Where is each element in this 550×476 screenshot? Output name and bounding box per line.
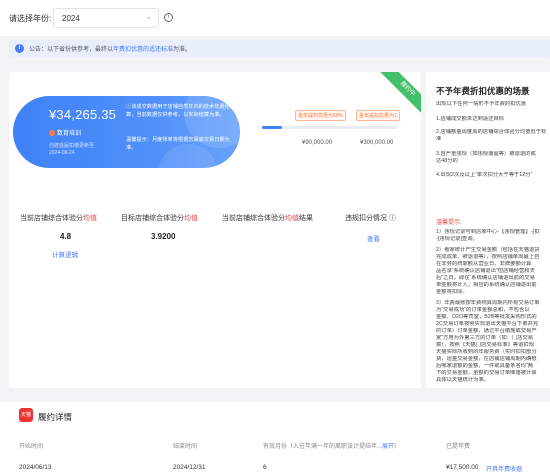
info-circle-icon[interactable]: i: [164, 13, 173, 22]
side-tip-line: 金额将扣除。: [436, 289, 468, 295]
side-tip-line: 下的交易金额，虽额的交易订单降落被计算: [436, 370, 537, 376]
view-violation-link[interactable]: 查看: [367, 233, 380, 243]
side-line: 准: [436, 136, 442, 142]
turnover-amount: ¥34,265.35: [49, 107, 117, 122]
side-tip-line: 金额、O2O等司室，B2B等批发采购形式的: [436, 314, 537, 320]
side-tip-line: 为“交易成功”的订单金额总和，不包含以: [436, 307, 530, 313]
metric-header-target-avg: 目标店铺综合体验分均值: [121, 215, 198, 222]
banner-tip: 温馨提示：月度账单将根据您最底交易日期为准。: [126, 137, 230, 151]
side-tip-line: 天猫实际所收到的年服务费（实时扣扣部分: [436, 349, 537, 355]
notice-link[interactable]: 年费扣优惠的适还标准: [113, 47, 173, 53]
tmall-shop-icon: 天猫: [19, 408, 33, 422]
progress-fill: [262, 126, 282, 129]
side-warning-title: 温馨提示:: [436, 220, 462, 226]
side-tip-line: 费，运量交易金额，在店铺店铺周期内确根: [436, 356, 537, 362]
threshold-value-90000: ¥90,000.00: [302, 140, 333, 146]
calc-logic-link[interactable]: 计算逻辑: [52, 249, 78, 259]
year-select-value: 2024: [62, 14, 80, 23]
side-line: 4.出现2次及以上“单次扣分大于等于12分”: [436, 172, 533, 178]
category-badge: 数育培训: [49, 128, 81, 137]
col-header-months: 有效月份（入驻年满一年的离职该计提结年...展开）: [263, 444, 401, 450]
side-tip-line: 在非劳的统罪额从营业日、非牌要额计算: [436, 261, 532, 267]
side-tip-line: 菜），按照《天猫门店交易标准》等退扣规: [436, 342, 534, 348]
side-title: 不予年费折扣优惠的场景: [436, 86, 530, 96]
side-tip-line: 后”之日，即在“系统确认店铺退出前的交易: [436, 275, 535, 281]
side-tip-line: 完成成单、被退退等），按照店铺单周最上自: [436, 254, 540, 260]
notice-text: 公告：以下省份供参考，最终以年费扣优惠的适还标准为准。: [29, 47, 192, 53]
filter-bar: 请选择年份: 2024 ⌄ i: [0, 0, 550, 36]
side-tip-line: 2C交易订单按照实现退出天猫平台下单并完: [436, 321, 539, 327]
progress-track: [262, 126, 397, 129]
threshold-value-300000: ¥300,000.00: [360, 140, 394, 146]
status-ribbon-label: 履约中: [377, 72, 421, 119]
side-tip-line: 家”方用为外第三方的订单（如：门店交易: [436, 335, 534, 341]
detail-title: 履约详情: [38, 412, 73, 422]
cell-months: 6: [263, 464, 267, 471]
side-line: 1.店铺成交额未达到适还目标: [436, 116, 504, 122]
col-header-end: 结束时间: [173, 444, 198, 450]
col-header-fee: 已提年费: [446, 444, 471, 450]
cell-start-date: 2024/06/13: [19, 464, 52, 471]
side-tip-line: -[违规记录]查询。: [436, 236, 478, 242]
side-line: 达48分的: [436, 158, 458, 164]
col-header-start: 开始时间: [19, 444, 44, 450]
banner-update-date: 创建首届扣缴更新至 2024-08-24: [49, 143, 95, 156]
metric-header-current-result: 当前店铺综合体验分均值结果: [222, 215, 313, 222]
info-icon: i: [15, 44, 24, 53]
metric-header-violation: 违规扣分情况 ⓘ: [345, 215, 396, 222]
side-tip-line: 后哪家退额的金额，一件或具备条名均“两: [436, 363, 534, 369]
side-tip-line: 品名录“系统确认店铺退出”但店铺经营和天: [436, 268, 535, 274]
banner-description: ⓘ该成交数据用于店铺自然年内的技术年费结算，当前数据仅供参考，以实际结算为准。: [126, 104, 230, 118]
side-tip-line: 2）看家统计产生交易金额（包括在天猫退货: [436, 247, 540, 253]
metric-value-current-avg: 4.8: [60, 232, 72, 241]
side-tip-line: 3）年费最账按年费统算周期内所有交易订单: [436, 300, 540, 306]
side-tip-line: 单金额将计入；相应的系统确认店铺退出前: [436, 282, 537, 288]
year-label: 请选择年份:: [9, 14, 52, 23]
side-tip-line: 1）违规记录可到店家中心-【违规管理】-[扣: [436, 229, 540, 235]
side-line: 2.店铺额量周度周的店铺综合体验分均值低于标: [436, 129, 547, 135]
cell-end-date: 2024/12/31: [173, 464, 206, 471]
threshold-tag-50: 金年提扣优惠为50%: [295, 110, 347, 121]
side-line: 出现以下任何一情形不予年费的扣优惠: [436, 101, 527, 107]
category-dot-icon: [49, 130, 55, 137]
receipt-link[interactable]: 开具年费收据: [486, 464, 522, 473]
cell-fee: ¥17,500.00: [446, 464, 479, 471]
metric-value-target-avg: 3.9200: [151, 232, 176, 241]
expand-link[interactable]: 展开: [382, 444, 394, 450]
side-line: 3.自严重违规（如违规遭留等）被退退的或: [436, 151, 536, 157]
side-tip-line: 具体以天猫统计为准。: [436, 377, 489, 383]
metric-header-current-avg: 当前店铺综合体验分均值: [20, 215, 97, 222]
notice-bar: i 公告：以下省份供参考，最终以年费扣优惠的适还标准为准。: [9, 40, 550, 57]
status-ribbon: 履约中: [368, 72, 421, 125]
chevron-down-icon: ⌄: [145, 12, 152, 21]
side-tip-line: 的订单）订单金额，通过平台缴施或交易产: [436, 328, 537, 334]
year-select[interactable]: 2024 ⌄: [53, 8, 159, 28]
